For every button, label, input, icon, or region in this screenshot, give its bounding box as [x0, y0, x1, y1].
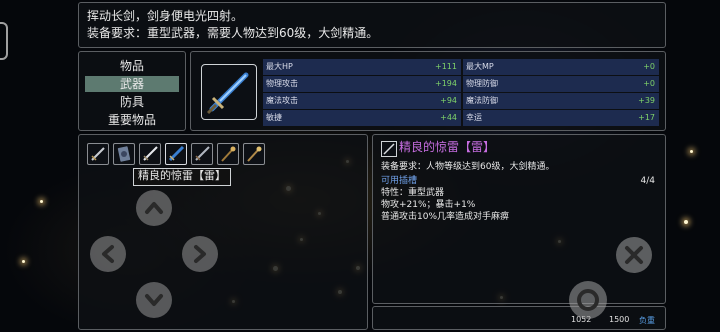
weight-max: 1500	[609, 315, 630, 324]
dpad-up-button[interactable]	[136, 190, 172, 226]
description-line-2: 装备要求：重型武器，需要人物达到60级，大剑精通。	[87, 26, 379, 40]
stat-max-mp: 最大MP +0	[463, 59, 659, 75]
stat-value: +39	[638, 96, 655, 105]
staff-icon	[221, 146, 236, 162]
stat-value: +94	[440, 96, 457, 105]
item-name: 精良的惊雷【雷】	[399, 140, 496, 154]
weight-label: 负重	[639, 316, 655, 325]
stat-value: +111	[435, 62, 457, 71]
close-button[interactable]	[616, 237, 652, 273]
stat-label: 物理防御	[466, 79, 498, 88]
stat-label: 幸运	[466, 113, 482, 122]
item-detail-panel: 精良的惊雷【雷】 装备要求：人物等级达到60级，大剑精通。 可用插槽 4/4 特…	[372, 134, 666, 304]
stat-value: +0	[643, 79, 655, 88]
inventory-slot-5[interactable]	[191, 143, 213, 165]
close-icon	[625, 246, 643, 264]
item-requirement: 装备要求：人物等级达到60级，大剑精通。	[381, 162, 555, 172]
stat-label: 物理攻击	[266, 79, 298, 88]
chevron-left-icon	[102, 245, 114, 263]
inventory-panel: 精良的惊雷【雷】	[78, 134, 368, 330]
sword-icon	[91, 147, 105, 161]
ring-icon	[577, 289, 599, 311]
socket-label: 可用插槽	[381, 176, 418, 186]
stat-value: +0	[643, 62, 655, 71]
stat-magic-attack: 魔法攻击 +94	[263, 93, 461, 109]
dpad-left-button[interactable]	[90, 236, 126, 272]
dpad-right-button[interactable]	[182, 236, 218, 272]
category-list: 物品 武器 防具 重要物品	[78, 51, 186, 131]
lightning-sword-icon	[168, 145, 185, 162]
stat-label: 魔法防御	[466, 96, 498, 105]
description-line-1: 挥动长剑，剑身便电光四射。	[87, 9, 244, 23]
confirm-button[interactable]	[569, 281, 607, 319]
staff-icon	[247, 146, 262, 162]
chevron-down-icon	[145, 294, 163, 306]
sword-icon	[143, 146, 158, 161]
stat-label: 最大HP	[266, 62, 293, 71]
inventory-slot-2[interactable]	[113, 143, 135, 165]
inventory-slot-6[interactable]	[217, 143, 239, 165]
equipment-stats-panel: 最大HP +111 最大MP +0 物理攻击 +194 物理防御 +0 魔法攻击…	[190, 51, 666, 131]
sword-icon	[381, 141, 397, 157]
category-weapons[interactable]: 武器	[85, 76, 179, 92]
dpad-down-button[interactable]	[136, 282, 172, 318]
item-trait: 特性：重型武器	[381, 188, 445, 198]
category-items[interactable]: 物品	[85, 58, 179, 74]
stat-max-hp: 最大HP +111	[263, 59, 461, 75]
stat-physical-attack: 物理攻击 +194	[263, 76, 461, 92]
socket-count: 4/4	[640, 176, 655, 186]
inventory-slot-3[interactable]	[139, 143, 161, 165]
chevron-right-icon	[194, 245, 206, 263]
stat-value: +194	[435, 79, 457, 88]
inventory-slot-7[interactable]	[243, 143, 265, 165]
item-bonus: 物攻+21%；暴击+1%	[381, 200, 476, 210]
item-name-tooltip: 精良的惊雷【雷】	[133, 168, 231, 186]
weight-bar: 1052 1500 负重	[372, 306, 666, 330]
category-key-items[interactable]: 重要物品	[85, 112, 179, 128]
lightning-sword-icon	[201, 64, 257, 120]
stat-label: 最大MP	[466, 62, 494, 71]
stat-luck: 幸运 +17	[463, 110, 659, 126]
inventory-slot-1[interactable]	[87, 143, 109, 165]
stat-value: +44	[440, 113, 457, 122]
sword-icon	[195, 146, 210, 161]
item-effect: 普通攻击10%几率造成对手麻痹	[381, 212, 510, 222]
category-armor[interactable]: 防具	[85, 94, 179, 110]
stat-value: +17	[638, 113, 655, 122]
chevron-up-icon	[145, 202, 163, 214]
item-description-panel: 挥动长剑，剑身便电光四射。 装备要求：重型武器，需要人物达到60级，大剑精通。	[78, 2, 666, 48]
inventory-slot-4[interactable]	[165, 143, 187, 165]
side-tab-handle[interactable]	[0, 22, 8, 60]
stat-label: 魔法攻击	[266, 96, 298, 105]
shield-card-icon	[117, 146, 131, 162]
stat-physical-defense: 物理防御 +0	[463, 76, 659, 92]
stat-magic-defense: 魔法防御 +39	[463, 93, 659, 109]
stat-agility: 敏捷 +44	[263, 110, 461, 126]
stat-label: 敏捷	[266, 113, 282, 122]
